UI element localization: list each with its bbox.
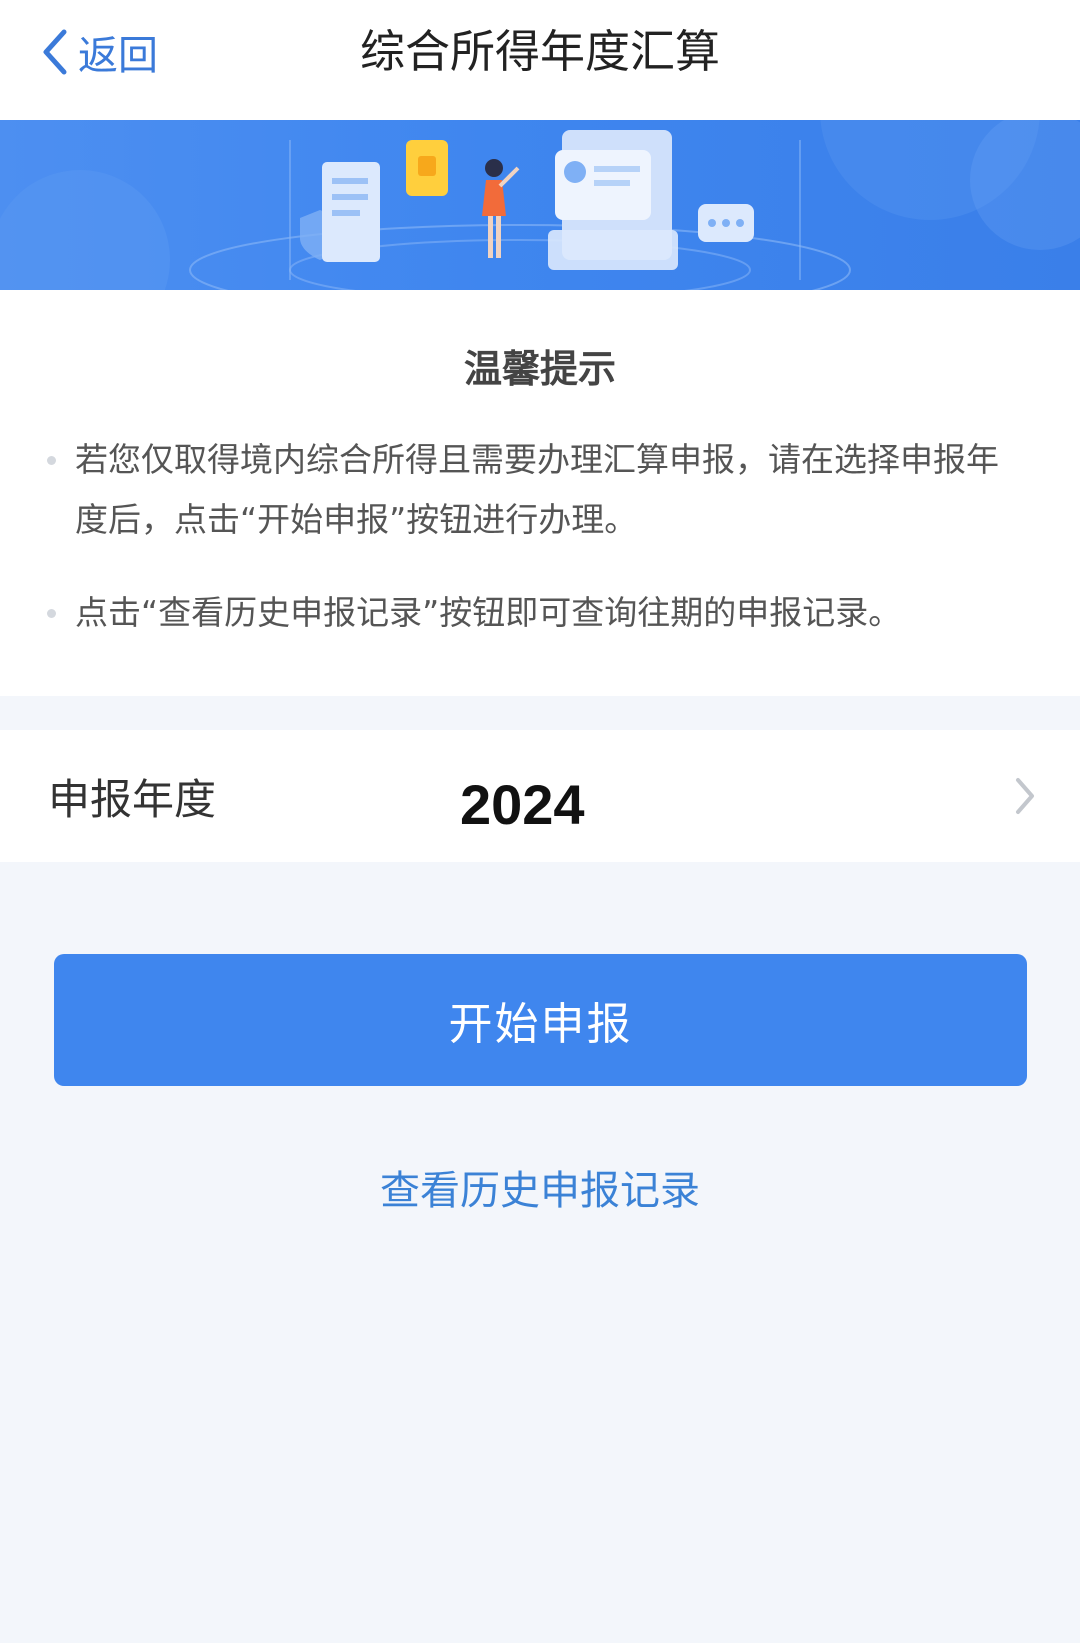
start-declaration-button[interactable]: 开始申报 [54,954,1027,1086]
year-selector[interactable]: 申报年度 2024 [0,730,1080,862]
bullet-dot-icon [47,456,56,465]
notice-section: 温馨提示 若您仅取得境内综合所得且需要办理汇算申报，请在选择申报年度后，点击“开… [0,290,1080,696]
notice-tip: 若您仅取得境内综合所得且需要办理汇算申报，请在选择申报年度后，点击“开始申报”按… [47,430,1015,550]
year-label: 申报年度 [48,775,217,824]
notice-title: 温馨提示 [463,347,616,391]
banner-illustration [0,120,1080,290]
chevron-right-icon [1016,778,1034,814]
bullet-dot-icon [47,609,56,618]
notice-tip-text: 点击“查看历史申报记录”按钮即可查询往期的申报记录。 [75,593,902,632]
year-value: 2024 [460,773,585,836]
view-history-link[interactable]: 查看历史申报记录 [0,1158,1080,1216]
page-title: 综合所得年度汇算 [359,25,720,78]
navigation-bar: 返回 综合所得年度汇算 [0,0,1080,120]
notice-tip: 点击“查看历史申报记录”按钮即可查询往期的申报记录。 [47,583,1015,643]
notice-tip-text: 若您仅取得境内综合所得且需要办理汇算申报，请在选择申报年度后，点击“开始申报”按… [75,440,999,539]
